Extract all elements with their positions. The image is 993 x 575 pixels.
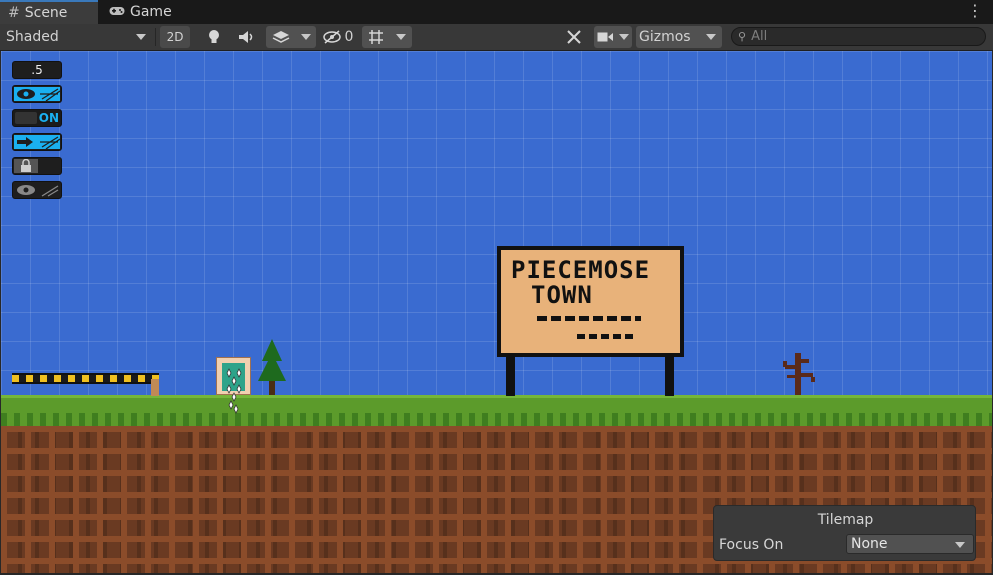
sign-scribble-2 bbox=[577, 334, 637, 339]
move-grid-toggle[interactable] bbox=[12, 133, 62, 151]
camera-dropdown[interactable] bbox=[594, 26, 632, 48]
arrow-grid-icon bbox=[14, 135, 60, 149]
tilemap-panel-title: Tilemap bbox=[817, 512, 874, 528]
tab-scene-label: Scene bbox=[24, 5, 68, 21]
search-icon: ⚲ bbox=[738, 30, 747, 43]
scene-visibility-toggle[interactable]: 0 bbox=[320, 26, 356, 48]
eye-grid-icon bbox=[14, 87, 60, 101]
tab-bar: # Scene Game ⋮ bbox=[0, 0, 993, 24]
eye-dim-icon bbox=[17, 185, 59, 197]
layers-icon bbox=[272, 31, 289, 43]
search-placeholder: All bbox=[751, 29, 768, 44]
grass-edge-tiles bbox=[1, 413, 992, 427]
lightbulb-icon bbox=[209, 30, 219, 43]
gizmos-dropdown[interactable]: Gizmos bbox=[636, 26, 722, 48]
chevron-down-icon bbox=[619, 34, 629, 40]
audio-toggle[interactable] bbox=[236, 26, 258, 48]
dead-tree-sprite bbox=[783, 353, 815, 395]
toolbar-divider bbox=[155, 28, 156, 46]
platform-post bbox=[151, 379, 159, 396]
focus-on-dropdown[interactable]: None bbox=[846, 534, 974, 554]
camera-icon bbox=[597, 32, 613, 42]
player-character bbox=[216, 357, 251, 414]
scene-viewport[interactable]: .5 ON PIECEMOSE TOWN bbox=[1, 51, 992, 573]
lock-toggle[interactable] bbox=[12, 157, 62, 175]
tools-icon bbox=[567, 30, 581, 44]
sign-board: PIECEMOSE TOWN bbox=[497, 246, 684, 357]
tilemap-overlay-panel: Tilemap Focus On None bbox=[713, 505, 976, 561]
opacity-field[interactable]: .5 bbox=[12, 61, 62, 79]
sign-title-line2: TOWN bbox=[531, 281, 593, 309]
active-toggle[interactable]: ON bbox=[12, 109, 62, 127]
mode-2d-toggle[interactable]: 2D bbox=[160, 26, 190, 48]
hidden-count: 0 bbox=[344, 29, 354, 45]
opacity-value: .5 bbox=[31, 63, 43, 77]
toggle-switch-icon bbox=[15, 112, 37, 124]
tab-scene[interactable]: # Scene bbox=[0, 0, 98, 24]
focus-on-value: None bbox=[851, 536, 888, 552]
lighting-toggle[interactable] bbox=[203, 26, 225, 48]
visibility-toggle[interactable] bbox=[12, 181, 62, 199]
lock-icon bbox=[14, 159, 38, 173]
scene-search-input[interactable]: ⚲ All bbox=[731, 27, 986, 46]
toggle-on-label: ON bbox=[38, 111, 59, 125]
town-sign: PIECEMOSE TOWN bbox=[497, 246, 684, 396]
tools-button[interactable] bbox=[562, 26, 586, 48]
sign-scribble-1 bbox=[537, 316, 641, 321]
grid-snap-icon bbox=[369, 30, 383, 44]
grid-snapping-dropdown[interactable] bbox=[362, 26, 412, 48]
grid-visibility-toggle[interactable] bbox=[12, 85, 62, 103]
shading-mode-dropdown[interactable]: Shaded bbox=[2, 26, 152, 48]
pine-tree-sprite bbox=[258, 339, 286, 395]
shading-mode-value: Shaded bbox=[6, 29, 59, 45]
tab-game[interactable]: Game bbox=[101, 0, 180, 24]
sign-title-line1: PIECEMOSE bbox=[511, 256, 651, 284]
focus-on-label: Focus On bbox=[719, 537, 784, 553]
gamepad-icon bbox=[109, 4, 125, 20]
more-options-icon[interactable]: ⋮ bbox=[967, 3, 983, 19]
hash-grid-icon: # bbox=[8, 5, 20, 21]
gizmos-label: Gizmos bbox=[639, 29, 691, 45]
chevron-down-icon bbox=[300, 34, 311, 40]
selection-gizmo-icon bbox=[226, 368, 242, 414]
effects-dropdown[interactable] bbox=[266, 26, 316, 48]
mode-2d-label: 2D bbox=[166, 30, 184, 44]
eye-slash-icon bbox=[322, 30, 341, 44]
chevron-down-icon bbox=[955, 542, 965, 548]
speaker-icon bbox=[239, 31, 253, 43]
chevron-down-icon bbox=[136, 34, 146, 40]
hazard-platform bbox=[12, 373, 159, 384]
tab-game-label: Game bbox=[130, 4, 172, 20]
chevron-down-icon bbox=[396, 34, 406, 40]
chevron-down-icon bbox=[706, 34, 716, 40]
